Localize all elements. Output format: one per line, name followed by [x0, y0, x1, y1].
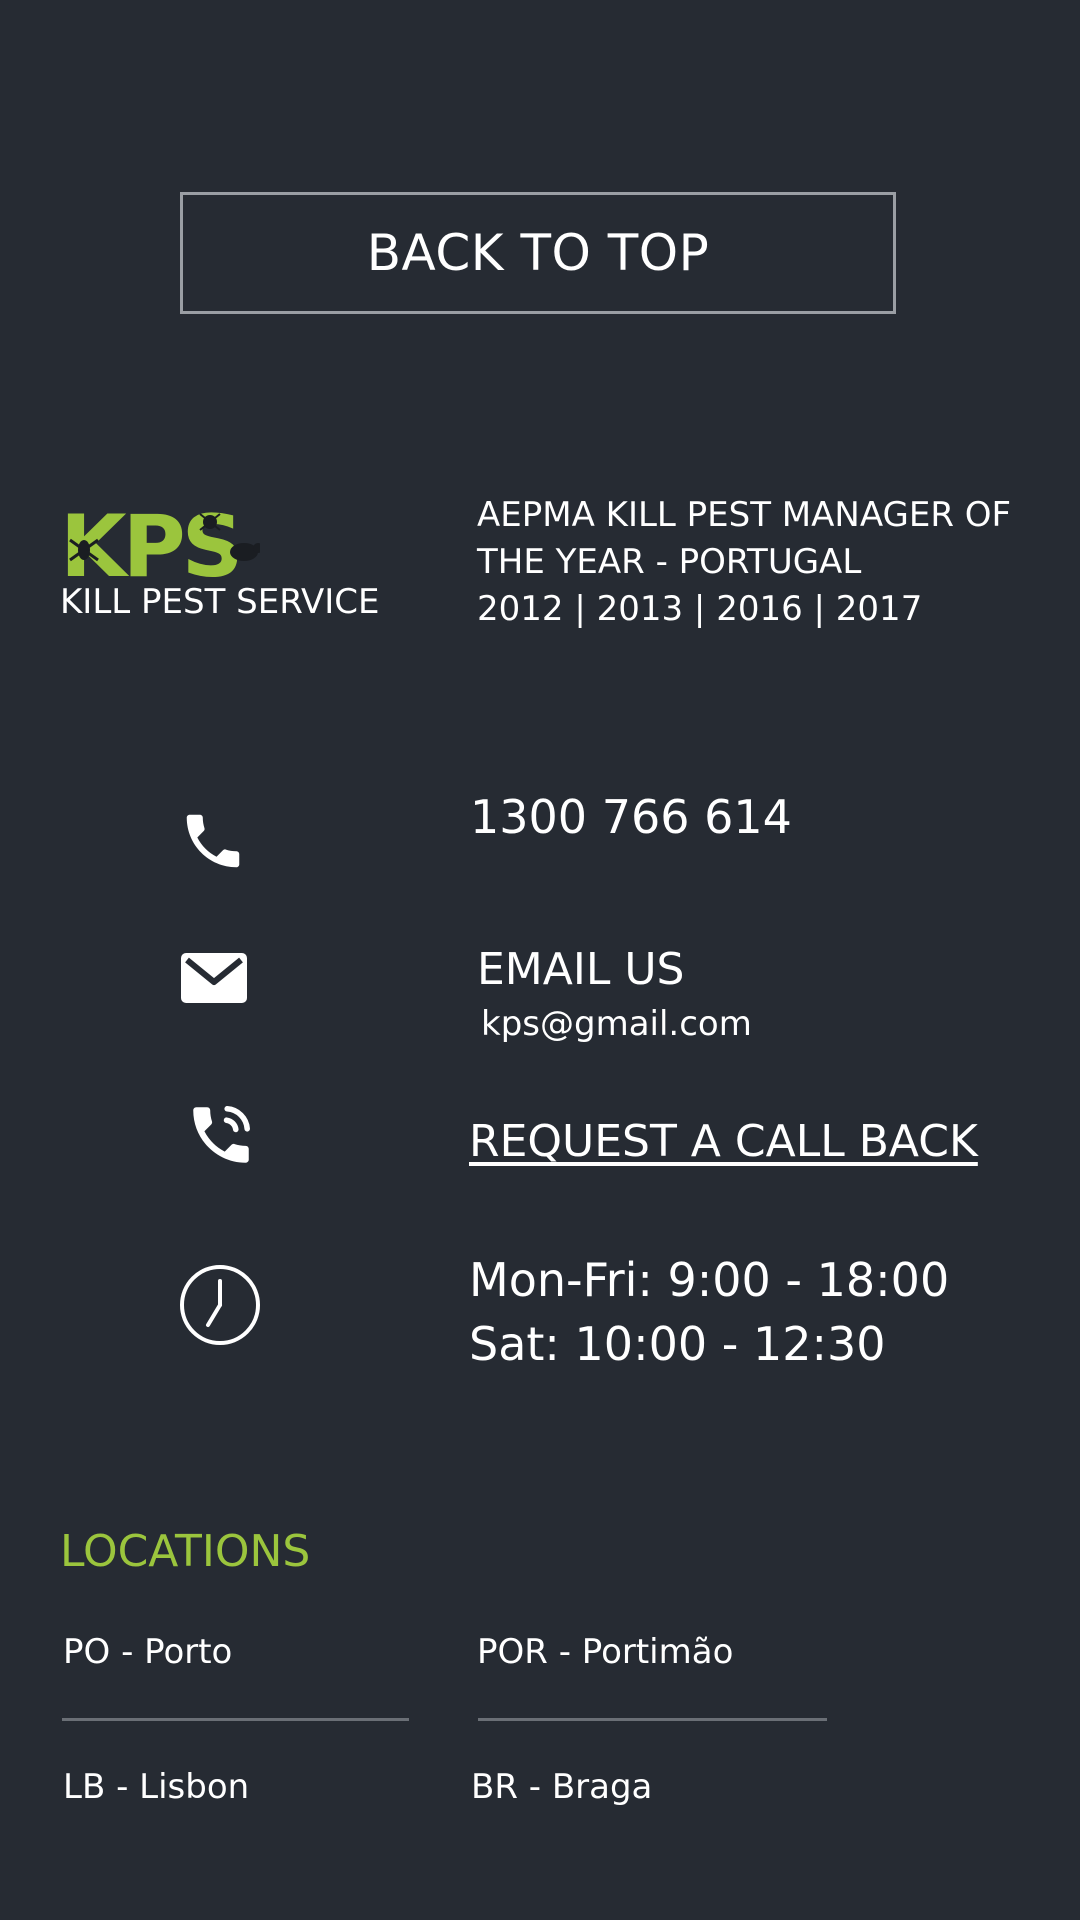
- email-address[interactable]: kps@gmail.com: [481, 1004, 752, 1044]
- location-lisbon[interactable]: LB - Lisbon: [63, 1767, 249, 1807]
- phone-number[interactable]: 1300 766 614: [470, 790, 792, 844]
- clock-icon: [180, 1265, 260, 1345]
- locations-title: LOCATIONS: [60, 1526, 311, 1577]
- phone-callback-icon[interactable]: [184, 1098, 258, 1172]
- request-callback-link[interactable]: REQUEST A CALL BACK: [469, 1116, 978, 1167]
- brand-name: KILL PEST SERVICE: [60, 582, 380, 622]
- mail-icon[interactable]: [178, 950, 250, 1006]
- award-line: AEPMA KILL PEST MANAGER OF: [477, 495, 1012, 535]
- hours-saturday: Sat: 10:00 - 12:30: [469, 1317, 886, 1371]
- award-line: THE YEAR - PORTUGAL: [477, 542, 862, 582]
- location-portimao[interactable]: POR - Portimão: [477, 1632, 733, 1672]
- opening-hours: Mon-Fri: 9:00 - 18:00 Sat: 10:00 - 12:30: [469, 1248, 949, 1376]
- location-braga[interactable]: BR - Braga: [471, 1767, 652, 1807]
- phone-icon[interactable]: [178, 806, 248, 876]
- location-porto[interactable]: PO - Porto: [63, 1632, 232, 1672]
- divider: [62, 1718, 409, 1721]
- hours-weekdays: Mon-Fri: 9:00 - 18:00: [469, 1253, 950, 1307]
- email-us-title: EMAIL US: [477, 944, 685, 995]
- divider: [478, 1718, 827, 1721]
- award-text: AEPMA KILL PEST MANAGER OF THE YEAR - PO…: [477, 492, 1037, 633]
- back-to-top-button[interactable]: BACK TO TOP: [180, 192, 896, 314]
- award-line: 2012 | 2013 | 2016 | 2017: [477, 589, 923, 629]
- kps-logo: KPS: [60, 500, 260, 584]
